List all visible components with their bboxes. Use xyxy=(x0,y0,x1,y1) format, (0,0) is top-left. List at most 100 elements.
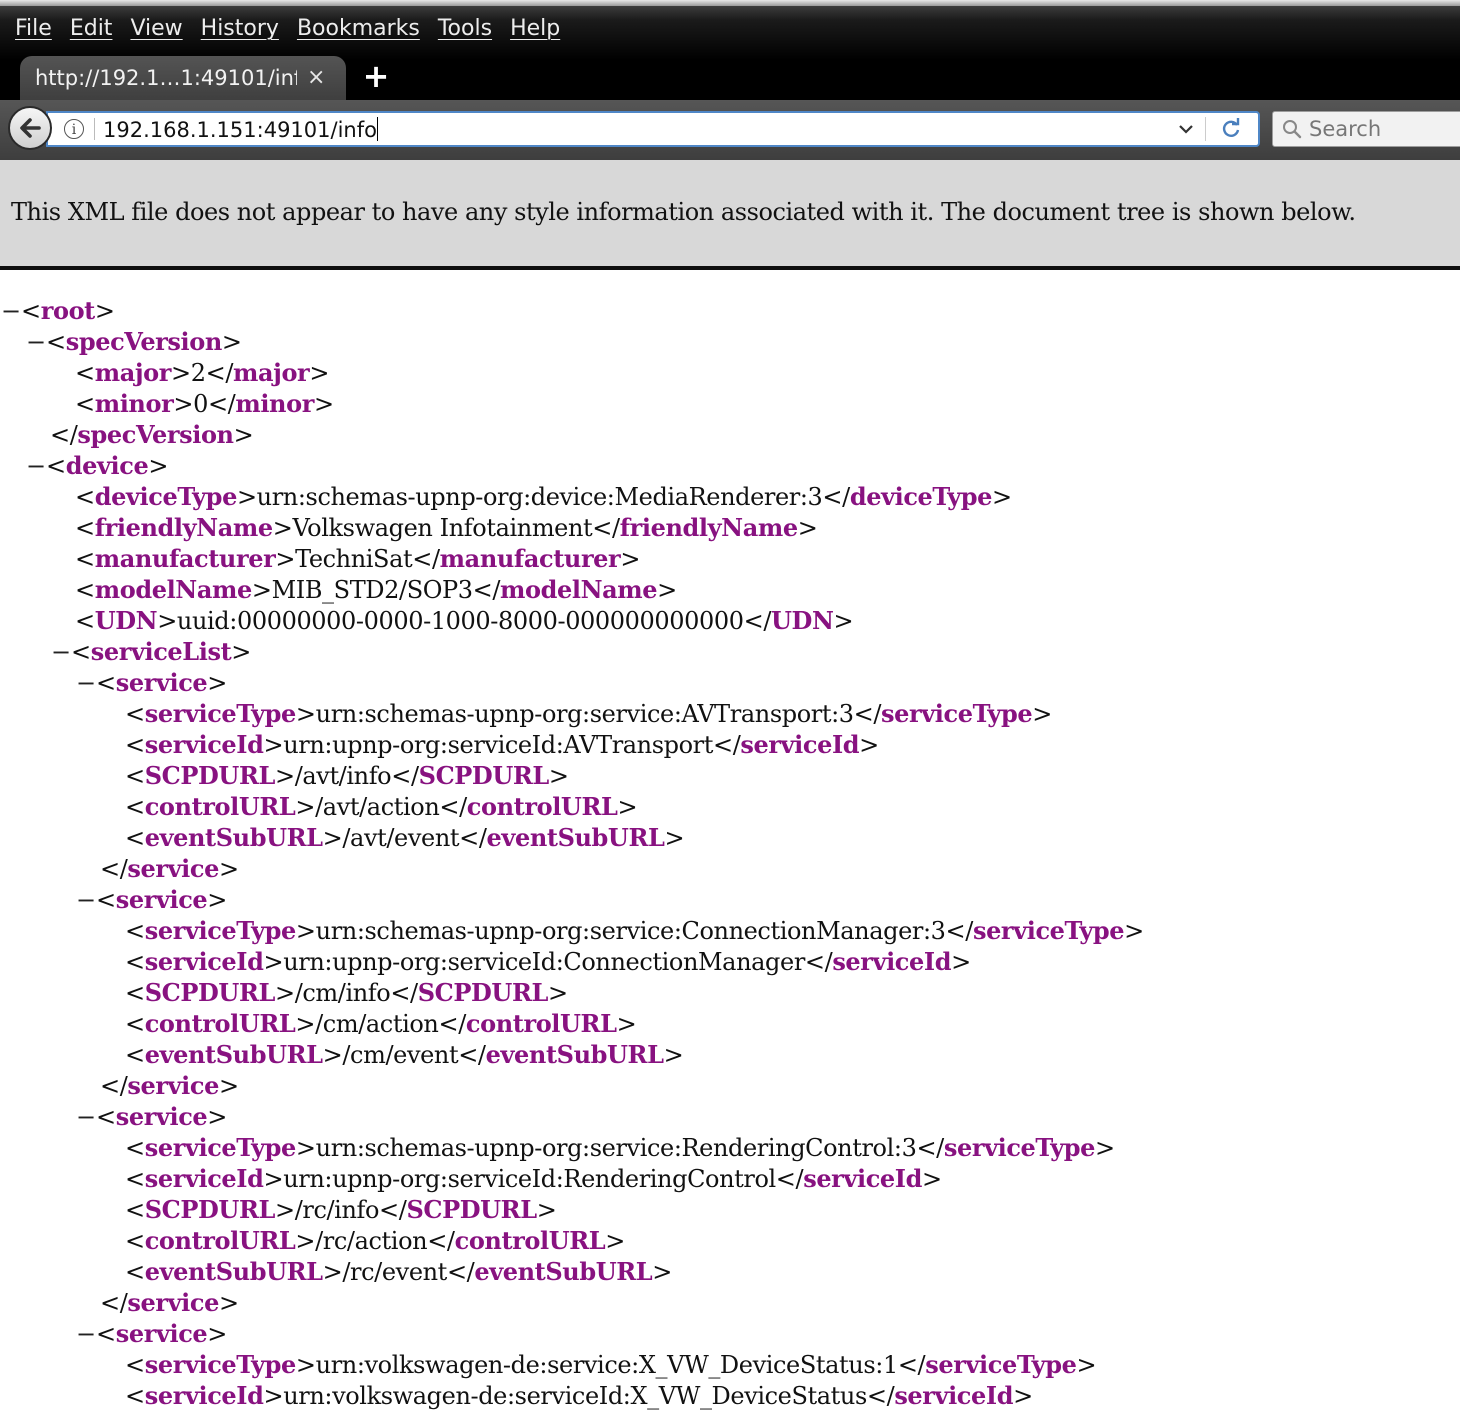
xml-line-service-close: </service> xyxy=(100,1071,239,1100)
xml-tag-name: serviceType xyxy=(144,1133,297,1162)
xml-tag-name: modelName xyxy=(94,575,253,604)
xml-text-value: /rc/event xyxy=(342,1258,447,1286)
xml-text-value: urn:schemas-upnp-org:device:MediaRendere… xyxy=(256,483,823,511)
xml-tag-name: SCPDURL xyxy=(418,761,550,790)
xml-line-serviceType: <serviceType>urn:schemas-upnp-org:servic… xyxy=(125,916,1144,945)
xml-text-value: /rc/info xyxy=(294,1196,380,1224)
chevron-down-icon[interactable] xyxy=(1173,116,1199,142)
xml-line-controlURL: <controlURL>/rc/action</controlURL> xyxy=(125,1226,626,1255)
xml-tag-name: service xyxy=(127,1071,219,1100)
xml-line-deviceType: <deviceType>urn:schemas-upnp-org:device:… xyxy=(75,482,1012,511)
xml-line-service-close: </service> xyxy=(100,854,239,883)
xml-tag-name: major xyxy=(94,358,172,387)
xml-tag-name: UDN xyxy=(94,606,158,635)
menu-help[interactable]: Help xyxy=(501,10,569,48)
xml-text-value: urn:volkswagen-de:service:X_VW_DeviceSta… xyxy=(315,1351,899,1379)
xml-tag-name: modelName xyxy=(500,575,658,604)
collapse-toggle[interactable]: − xyxy=(76,1319,96,1350)
menu-tools[interactable]: Tools xyxy=(429,10,501,48)
xml-tag-name: serviceType xyxy=(925,1350,1077,1379)
browser-chrome: File Edit View History Bookmarks Tools H… xyxy=(0,0,1460,160)
xml-tag-name: serviceType xyxy=(943,1133,1096,1162)
xml-tag-name: device xyxy=(65,451,149,480)
new-tab-button[interactable]: + xyxy=(360,60,392,92)
xml-text-value: /cm/event xyxy=(342,1041,459,1069)
xml-tag-name: service xyxy=(115,1319,208,1348)
xml-line-serviceType: <serviceType>urn:volkswagen-de:service:X… xyxy=(125,1350,1097,1379)
xml-text-value: urn:schemas-upnp-org:service:RenderingCo… xyxy=(315,1134,917,1162)
collapse-toggle[interactable]: − xyxy=(76,668,96,699)
xml-text-value: 0 xyxy=(193,390,208,418)
tab-title: http://192.1…1:49101/info xyxy=(35,66,297,90)
xml-line-serviceType: <serviceType>urn:schemas-upnp-org:servic… xyxy=(125,1133,1115,1162)
xml-line-SCPDURL: <SCPDURL>/cm/info</SCPDURL> xyxy=(125,978,568,1007)
xml-tag-name: serviceId xyxy=(144,947,264,976)
tab-close-icon[interactable]: × xyxy=(307,67,325,89)
xml-text-value: TechniSat xyxy=(295,545,413,573)
xml-tag-name: SCPDURL xyxy=(144,978,276,1007)
xml-tag-name: service xyxy=(115,1102,208,1131)
xml-tag-name: SCPDURL xyxy=(144,1195,276,1224)
xml-tag-name: serviceId xyxy=(144,1381,264,1410)
xml-line-service: −<service> xyxy=(76,1102,228,1131)
url-input[interactable]: 192.168.1.151:49101/info xyxy=(103,116,1173,142)
back-button[interactable] xyxy=(8,106,52,150)
xml-tag-name: friendlyName xyxy=(619,513,798,542)
collapse-toggle[interactable]: − xyxy=(1,296,21,327)
xml-text-value: 2 xyxy=(190,359,206,387)
xml-text-value: urn:volkswagen-de:serviceId:X_VW_DeviceS… xyxy=(283,1382,867,1410)
info-icon[interactable]: i xyxy=(64,119,84,139)
xml-tag-name: serviceId xyxy=(144,730,264,759)
xml-text-value: urn:upnp-org:serviceId:AVTransport xyxy=(283,731,713,759)
url-divider xyxy=(94,118,95,140)
xml-tag-name: service xyxy=(127,1288,219,1317)
xml-tag-name: eventSubURL xyxy=(486,823,665,852)
tab-active[interactable]: http://192.1…1:49101/info × xyxy=(20,56,346,100)
xml-tag-name: serviceId xyxy=(144,1164,264,1193)
xml-text-value: uuid:00000000-0000-1000-8000-00000000000… xyxy=(176,607,744,635)
menu-edit[interactable]: Edit xyxy=(61,10,122,48)
xml-tag-name: eventSubURL xyxy=(144,823,323,852)
collapse-toggle[interactable]: − xyxy=(26,327,46,358)
xml-line-UDN: <UDN>uuid:00000000-0000-1000-8000-000000… xyxy=(75,606,854,635)
xml-text-value: urn:schemas-upnp-org:service:ConnectionM… xyxy=(315,917,946,945)
collapse-toggle[interactable]: − xyxy=(26,451,46,482)
xml-tag-name: service xyxy=(115,885,208,914)
search-bar[interactable]: Search xyxy=(1272,111,1460,147)
xml-tag-name: serviceType xyxy=(144,699,297,728)
xml-text-value: /avt/info xyxy=(294,762,392,790)
collapse-toggle[interactable]: − xyxy=(51,637,71,668)
xml-tag-name: serviceList xyxy=(90,637,232,666)
menu-view[interactable]: View xyxy=(121,10,191,48)
menubar: File Edit View History Bookmarks Tools H… xyxy=(6,10,569,48)
xml-line-eventSubURL: <eventSubURL>/avt/event</eventSubURL> xyxy=(125,823,685,852)
menu-history[interactable]: History xyxy=(192,10,288,48)
xml-line-major: <major>2</major> xyxy=(75,358,330,387)
xml-tag-name: UDN xyxy=(771,606,834,635)
xml-text-value: /cm/info xyxy=(294,979,391,1007)
xml-line-manufacturer: <manufacturer>TechniSat</manufacturer> xyxy=(75,544,641,573)
collapse-toggle[interactable]: − xyxy=(76,1102,96,1133)
reload-icon[interactable] xyxy=(1216,114,1246,144)
xml-tag-name: deviceType xyxy=(849,482,993,511)
xml-tag-name: controlURL xyxy=(144,1226,296,1255)
xml-tag-name: deviceType xyxy=(94,482,238,511)
xml-text-value: MIB_STD2/SOP3 xyxy=(271,576,473,604)
collapse-toggle[interactable]: − xyxy=(76,885,96,916)
xml-tag-name: serviceId xyxy=(803,1164,922,1193)
menu-file[interactable]: File xyxy=(6,10,61,48)
xml-tag-name: serviceId xyxy=(832,947,952,976)
xml-line-service: −<service> xyxy=(76,668,228,697)
menu-bookmarks[interactable]: Bookmarks xyxy=(288,10,429,48)
xml-tag-name: serviceType xyxy=(881,699,1033,728)
url-bar[interactable]: i 192.168.1.151:49101/info xyxy=(46,111,1260,147)
xml-info-message: This XML file does not appear to have an… xyxy=(11,198,1356,226)
xml-line-serviceId: <serviceId>urn:upnp-org:serviceId:Connec… xyxy=(125,947,971,976)
xml-tag-name: controlURL xyxy=(466,792,618,821)
xml-tag-name: service xyxy=(127,854,219,883)
xml-line-serviceId: <serviceId>urn:upnp-org:serviceId:AVTran… xyxy=(125,730,879,759)
xml-text-value: /rc/action xyxy=(315,1227,428,1255)
xml-info-banner: This XML file does not appear to have an… xyxy=(0,160,1460,270)
xml-tag-name: manufacturer xyxy=(439,544,621,573)
xml-line-friendlyName: <friendlyName>Volkswagen Infotainment</f… xyxy=(75,513,818,542)
